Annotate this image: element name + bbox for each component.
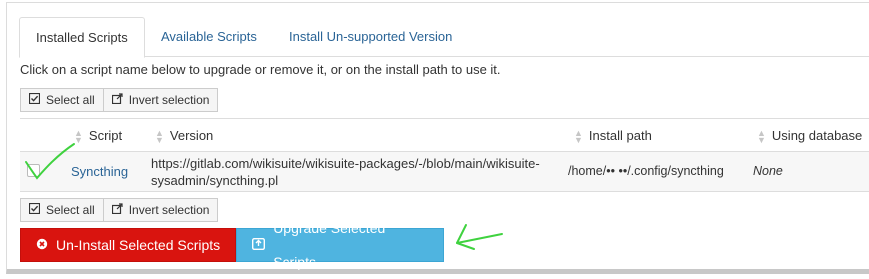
version-line-1: https://gitlab.com/wikisuite/wikisuite-p… — [151, 156, 540, 171]
sort-icon: ▲ ▼ — [574, 127, 583, 145]
row-checkbox[interactable] — [27, 164, 40, 177]
upgrade-label: Upgrade Selected Scripts — [273, 220, 386, 270]
uninstall-label: Un-Install Selected Scripts — [56, 237, 221, 253]
table-header-row: ▲ ▼ Script ▲ ▼ Version ▲ ▼ Install path ▲ ▼ Usin… — [20, 119, 869, 152]
version-line-2: sysadmin/syncthing.pl — [151, 173, 279, 188]
selection-toolbar-bottom: Select all Invert selection — [20, 198, 219, 222]
script-name-link[interactable]: Syncthing — [71, 164, 128, 179]
action-buttons: Un-Install Selected Scripts Upgrade Sele… — [20, 220, 445, 270]
check-square-icon — [28, 89, 41, 111]
select-all-label: Select all — [46, 203, 95, 217]
selection-toolbar-top: Select all Invert selection — [20, 88, 219, 112]
uninstall-selected-button[interactable]: Un-Install Selected Scripts — [20, 228, 237, 262]
tab-available-scripts[interactable]: Available Scripts — [145, 17, 273, 57]
sort-icon: ▲ ▼ — [74, 127, 83, 145]
invert-selection-label: Invert selection — [128, 203, 210, 217]
tab-installed-scripts[interactable]: Installed Scripts — [19, 17, 145, 58]
column-header-script[interactable]: ▲ ▼ Script — [74, 119, 122, 152]
column-header-version[interactable]: ▲ ▼ Version — [155, 119, 213, 152]
invert-selection-button[interactable]: Invert selection — [103, 88, 219, 112]
select-all-button[interactable]: Select all — [20, 198, 104, 222]
select-all-label: Select all — [46, 93, 95, 107]
using-database-cell: None — [753, 164, 783, 178]
column-header-using-database[interactable]: ▲ ▼ Using database — [757, 119, 862, 152]
tab-install-unsupported-version[interactable]: Install Un-supported Version — [273, 17, 468, 57]
check-square-icon — [28, 199, 41, 221]
upgrade-box-icon — [252, 228, 266, 262]
invert-selection-button[interactable]: Invert selection — [103, 198, 219, 222]
select-all-button[interactable]: Select all — [20, 88, 104, 112]
invert-selection-label: Invert selection — [128, 93, 210, 107]
sort-icon: ▲ ▼ — [757, 127, 766, 145]
table-row: Syncthing https://gitlab.com/wikisuite/w… — [20, 152, 869, 192]
installed-scripts-table: ▲ ▼ Script ▲ ▼ Version ▲ ▼ Install path ▲ ▼ Usin… — [20, 118, 869, 192]
tab-bar: Installed Scripts Available Scripts Inst… — [19, 17, 869, 58]
times-circle-icon — [36, 228, 48, 262]
invert-icon — [111, 199, 123, 221]
version-cell: https://gitlab.com/wikisuite/wikisuite-p… — [151, 155, 571, 189]
install-path-link[interactable]: /home/•• ••/.config/syncthing — [568, 164, 724, 178]
upgrade-selected-button[interactable]: Upgrade Selected Scripts — [236, 220, 445, 270]
instructions-text: Click on a script name below to upgrade … — [20, 62, 501, 77]
sort-icon: ▲ ▼ — [155, 127, 164, 145]
invert-icon — [111, 89, 123, 111]
column-header-install-path[interactable]: ▲ ▼ Install path — [574, 119, 652, 152]
